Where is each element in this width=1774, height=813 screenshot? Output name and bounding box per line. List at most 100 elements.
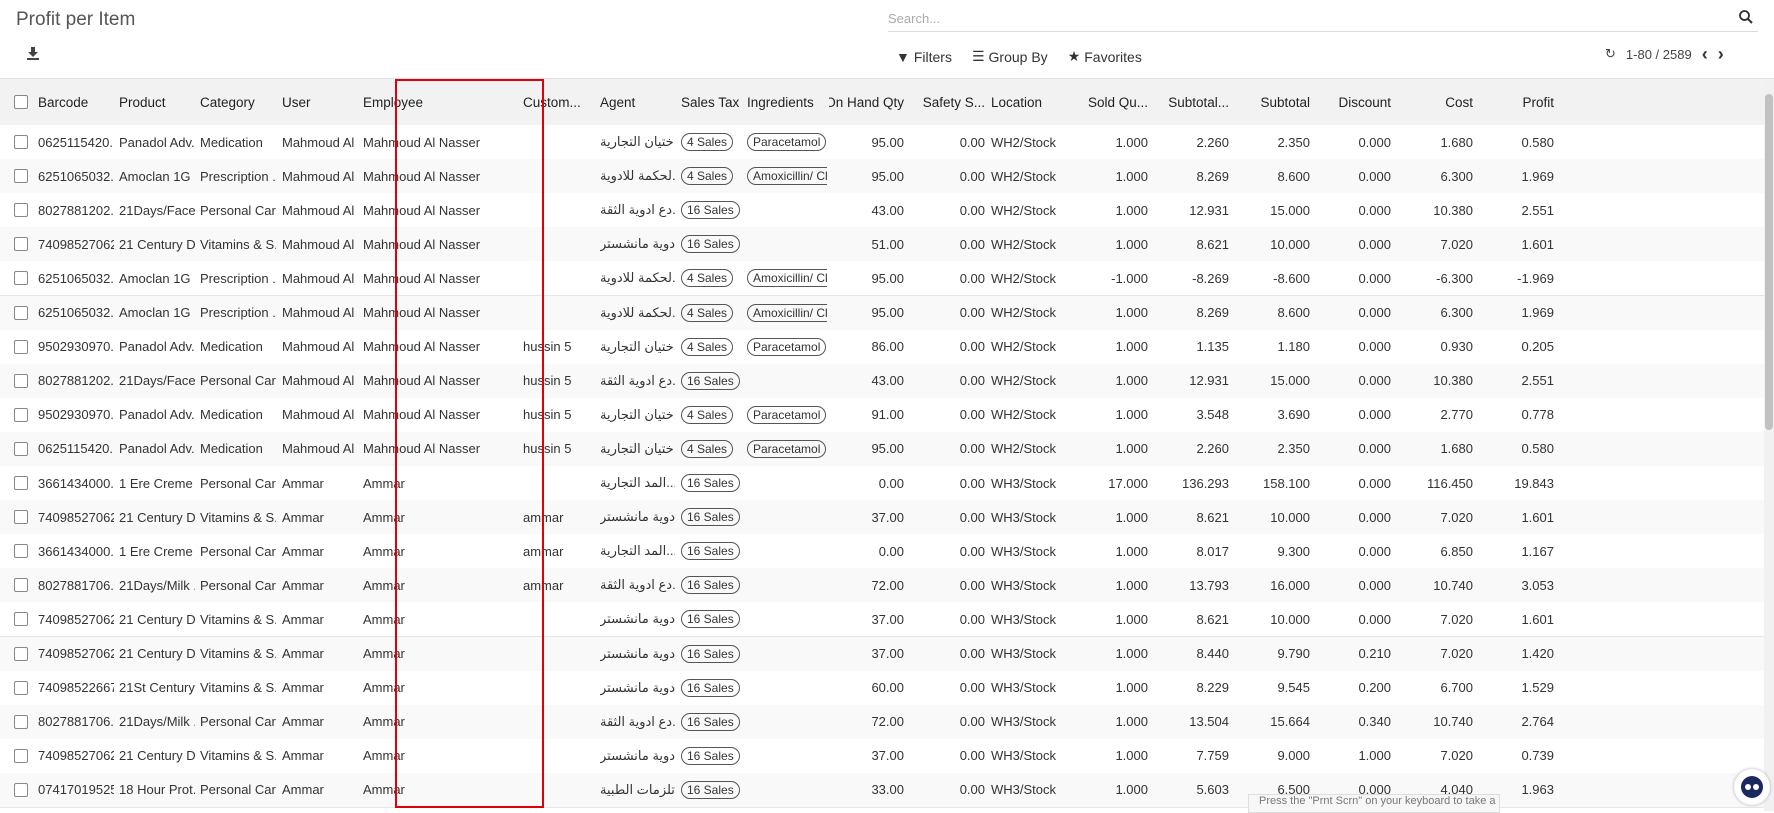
row-checkbox[interactable] (14, 135, 28, 149)
group-by-button[interactable]: ☰ Group By (972, 48, 1048, 65)
table-cell: WH2/Stock (991, 236, 1057, 252)
download-icon[interactable] (26, 46, 40, 60)
row-checkbox-cell (14, 534, 30, 568)
table-row[interactable]: 6251065032... Amoclan 1G ... Prescription … (0, 159, 1774, 195)
table-row[interactable]: 6251065032... Amoclan 1G ... Prescription … (0, 261, 1774, 297)
row-checkbox[interactable] (14, 441, 28, 456)
table-row[interactable]: 3661434000... 1 Ere Creme ... Personal Car… (0, 534, 1774, 570)
column-header[interactable]: Category (200, 79, 276, 125)
table-cell: 0.000 (1358, 543, 1391, 559)
column-header[interactable]: Agent (600, 79, 675, 125)
row-checkbox[interactable] (14, 476, 28, 490)
table-cell: 1.000 (1115, 339, 1148, 355)
table-row[interactable]: 740985270622 21 Century D... Vitamins & S.… (0, 602, 1774, 638)
table-cell: 8.600 (1277, 168, 1310, 184)
scrollbar-thumb[interactable] (1765, 94, 1773, 430)
table-cell: المد التجارية... (600, 475, 675, 490)
row-checkbox[interactable] (14, 782, 28, 797)
vertical-scrollbar[interactable] (1764, 80, 1774, 811)
table-cell: 1.000 (1115, 611, 1148, 627)
column-header[interactable]: User (282, 79, 354, 125)
search-icon[interactable] (1738, 9, 1754, 25)
table-cell: 1.000 (1115, 236, 1148, 252)
table-row[interactable]: 740985270622 21 Century D... Vitamins & S.… (0, 500, 1774, 536)
row-checkbox[interactable] (14, 748, 28, 763)
column-header[interactable]: Safety S... (912, 79, 985, 125)
table-row[interactable]: 6251065032... Amoclan 1G ... Prescription … (0, 295, 1774, 331)
table-cell (747, 466, 827, 500)
table-row[interactable]: 8027881706... 21Days/Milk ... Personal Car… (0, 704, 1774, 740)
table-cell: 0.000 (1358, 611, 1391, 627)
column-header[interactable]: On Hand Qty (829, 79, 904, 125)
table-row[interactable]: 740985270622 21 Century D... Vitamins & S.… (0, 636, 1774, 672)
column-header[interactable]: Product (119, 79, 195, 125)
filters-button[interactable]: ▼ Filters (896, 48, 952, 65)
row-checkbox[interactable] (14, 578, 28, 593)
table-row[interactable]: 740985270622 21 Century D... Vitamins & S.… (0, 227, 1774, 263)
column-header[interactable]: Cost (1400, 79, 1473, 125)
column-header[interactable]: Sales Tax ... (681, 79, 741, 125)
table-row[interactable]: 0625115420... Panadol Adv... Medication Mah… (0, 125, 1774, 160)
table-cell: 0.000 (1358, 339, 1391, 355)
next-page-icon[interactable]: › (1718, 45, 1724, 63)
assistant-bot-icon[interactable] (1734, 769, 1770, 805)
table-row[interactable]: 9502930970... Panadol Adv... Medication Mah… (0, 397, 1774, 433)
row-checkbox[interactable] (14, 407, 28, 422)
row-checkbox[interactable] (14, 680, 28, 695)
refresh-icon[interactable]: ↻ (1605, 46, 1616, 62)
column-header[interactable]: Location (991, 79, 1061, 125)
column-header[interactable]: Sold Qu... (1080, 79, 1148, 125)
table-cell: Panadol Adv... (119, 441, 195, 457)
table-cell: 8027881706... (38, 714, 114, 730)
column-header[interactable]: Employee (363, 79, 493, 125)
row-checkbox-cell (14, 466, 30, 500)
table-cell: WH3/Stock (991, 543, 1057, 559)
table-cell: Personal Care (200, 543, 276, 559)
row-checkbox[interactable] (14, 510, 28, 525)
table-cell (523, 773, 591, 807)
row-checkbox[interactable] (14, 646, 28, 661)
row-checkbox[interactable] (14, 95, 28, 109)
row-checkbox[interactable] (14, 373, 28, 388)
table-cell: 3661434000... (38, 543, 114, 559)
search-input[interactable] (888, 7, 1708, 29)
row-checkbox[interactable] (14, 339, 28, 354)
table-header[interactable]: Barcode Product Category User Employee Custom… (0, 79, 1774, 126)
column-header[interactable]: Barcode (38, 79, 114, 125)
table-cell: Ammar (282, 543, 324, 559)
table-row[interactable]: 9502930970... Panadol Adv... Medication Mah… (0, 329, 1774, 365)
row-checkbox[interactable] (14, 612, 28, 627)
row-checkbox-cell (14, 227, 30, 261)
row-checkbox[interactable] (14, 169, 28, 184)
favorites-button[interactable]: ★ Favorites (1068, 48, 1142, 65)
table-cell: 95.00 (871, 441, 904, 457)
table-row[interactable]: 8027881202... 21Days/Face... Personal Care… (0, 193, 1774, 229)
table-row[interactable]: 3661434000... 1 Ere Creme ... Personal Car… (0, 466, 1774, 501)
table-row[interactable]: 8027881202... 21Days/Face... Personal Care… (0, 363, 1774, 399)
row-checkbox[interactable] (14, 271, 28, 286)
column-header[interactable]: Custom... (523, 79, 591, 125)
table-cell: Vitamins & S... (200, 236, 276, 252)
table-cell: -8.269 (1192, 270, 1229, 286)
table-cell: Mahmoud Al Nasser (363, 236, 481, 252)
table-cell: 0.00 (959, 782, 985, 798)
previous-page-icon[interactable]: ‹ (1702, 45, 1708, 63)
row-checkbox[interactable] (14, 544, 28, 559)
row-checkbox[interactable] (14, 203, 28, 218)
table-cell: Personal Care (200, 577, 276, 593)
table-row[interactable]: 074170195255 18 Hour Prot... Personal Care… (0, 772, 1774, 808)
row-checkbox[interactable] (14, 305, 28, 320)
column-header[interactable]: Subtotal... (1160, 79, 1229, 125)
table-row[interactable]: 0625115420... Panadol Adv... Medication Mah… (0, 431, 1774, 467)
column-header[interactable]: Profit (1483, 79, 1554, 125)
column-header[interactable]: Ingredients (747, 79, 827, 125)
row-checkbox[interactable] (14, 714, 28, 729)
column-header[interactable]: Discount (1320, 79, 1391, 125)
table-row[interactable]: 8027881706... 21Days/Milk ... Personal Car… (0, 568, 1774, 604)
pager-value[interactable]: 1-80 / 2589 (1626, 47, 1692, 62)
row-checkbox[interactable] (14, 237, 28, 252)
column-header[interactable]: Subtotal (1238, 79, 1310, 125)
table-row[interactable]: 740985226674 21St Century... Vitamins & S.… (0, 670, 1774, 706)
search-bar[interactable] (888, 7, 1758, 32)
table-row[interactable]: 740985270622 21 Century D... Vitamins & S.… (0, 738, 1774, 774)
